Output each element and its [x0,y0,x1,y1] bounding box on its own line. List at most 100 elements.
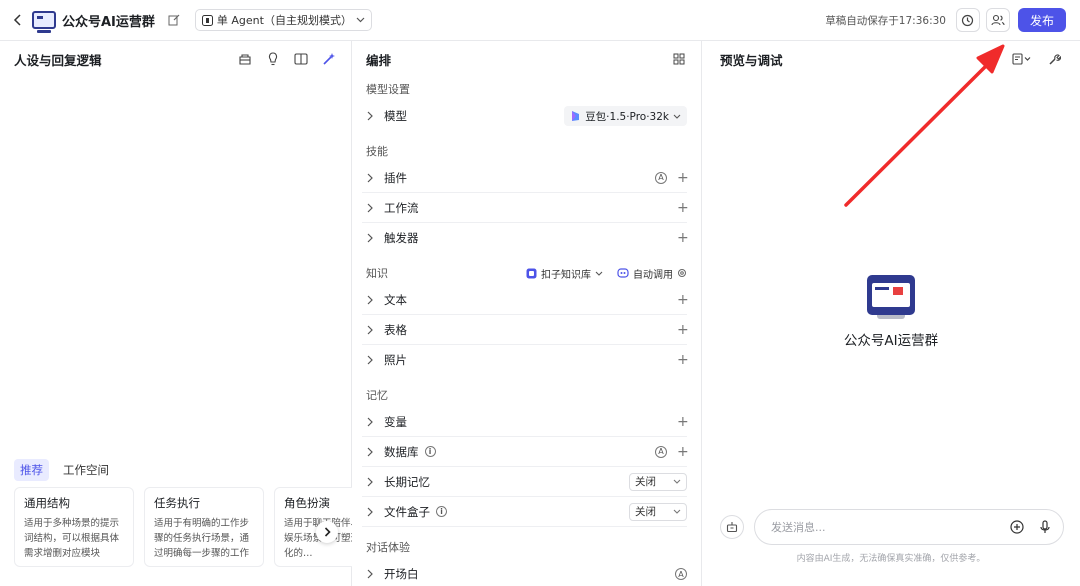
skill-label: 插件 [384,170,407,185]
app-logo-icon [32,11,56,33]
chevron-down-icon [673,509,681,514]
info-icon[interactable]: i [424,446,436,457]
arrangement-panel-title: 编排 [366,52,392,68]
add-workflow-icon[interactable]: + [677,200,689,216]
memory-row-database[interactable]: 数据库 i A + [362,437,689,467]
history-button[interactable] [955,8,980,32]
preview-panel-title: 预览与调试 [720,52,783,68]
bot-avatar-icon [867,275,915,319]
template-tabs: 推荐 工作空间 [14,459,115,481]
chevron-right-icon [362,322,378,338]
chevron-right-icon [362,444,378,460]
auto-icon[interactable]: A [675,568,687,580]
memory-row-long-term[interactable]: 长期记忆 关闭 [362,467,687,497]
chevron-down-icon [356,17,365,23]
agent-icon [201,14,213,26]
chevron-down-icon [673,114,681,119]
message-input-box[interactable] [754,509,1064,545]
model-section-label: 模型设置 [366,83,410,96]
add-plugin-icon[interactable]: + [677,170,689,186]
skill-row-workflow[interactable]: 工作流 + [362,193,689,223]
add-database-icon[interactable]: + [677,444,689,460]
chevron-right-icon [362,504,378,520]
users-icon [991,14,1005,26]
broom-icon [726,522,738,533]
long-memory-select[interactable]: 关闭 [629,472,687,491]
auto-call-toggle[interactable]: 自动调用 [617,266,687,281]
clear-context-button[interactable] [720,515,744,539]
memory-label: 变量 [384,414,407,429]
templates-next-button[interactable] [316,521,338,543]
agent-mode-label: 单 Agent（自主规划模式） [216,14,352,27]
edit-icon[interactable] [167,13,181,27]
template-card-title: 任务执行 [154,496,200,510]
template-card[interactable]: 通用结构 适用于多种场景的提示词结构，可以根据具体需求增删对应模块 [14,487,134,567]
tab-recommended[interactable]: 推荐 [14,459,49,481]
memory-row-variables[interactable]: 变量 + [362,407,689,437]
add-table-icon[interactable]: + [677,322,689,338]
model-select[interactable]: 豆包·1.5·Pro·32k [564,106,687,126]
chevron-right-icon [362,474,378,490]
dialog-row-opening[interactable]: 开场白 A [362,559,687,586]
add-attachment-icon[interactable] [1009,519,1025,535]
chevron-right-icon [362,292,378,308]
info-icon[interactable]: i [436,506,447,517]
kb-source-label: 扣子知识库 [541,269,591,281]
publish-button[interactable]: 发布 [1017,8,1066,32]
knowledge-label: 文本 [384,292,407,307]
kb-source-select[interactable]: 扣子知识库 [526,266,603,281]
agent-mode-select[interactable]: 单 Agent（自主规划模式） [194,9,372,31]
skill-row-plugins[interactable]: 插件 A + [362,163,689,193]
back-icon[interactable] [10,12,26,28]
knowledge-label: 表格 [384,322,407,337]
memory-label: 数据库 [384,444,419,459]
memory-label: 文件盒子 [384,504,430,519]
memory-section-label: 记忆 [366,389,388,402]
chevron-right-icon [362,352,378,368]
chevron-right-icon [362,200,378,216]
ai-disclaimer: 内容由AI生成，无法确保真实准确，仅供参考。 [796,554,986,564]
knowledge-row-text[interactable]: 文本 + [362,285,689,315]
tab-workspace[interactable]: 工作空间 [57,459,115,481]
template-card-desc: 适用于多种场景的提示词结构，可以根据具体需求增删对应模块 [24,518,120,559]
add-photo-icon[interactable]: + [677,352,689,368]
preview-options-button[interactable] [1010,51,1034,67]
ai-optimize-icon[interactable] [321,51,337,67]
message-input[interactable] [771,520,997,534]
template-cards: 通用结构 适用于多种场景的提示词结构，可以根据具体需求增删对应模块 任务执行 适… [14,487,352,567]
dialog-section-label: 对话体验 [366,541,410,554]
skill-label: 工作流 [384,200,419,215]
knowledge-row-photo[interactable]: 照片 + [362,345,689,375]
auto-icon[interactable]: A [655,445,667,458]
auto-icon[interactable]: A [655,171,667,184]
model-value: 豆包·1.5·Pro·32k [585,110,669,123]
model-row[interactable]: 模型 豆包·1.5·Pro·32k [362,101,687,131]
doubao-icon [572,111,580,121]
bot-profile: 公众号AI运营群 [702,275,1080,349]
layout-grid-icon[interactable] [671,51,687,67]
template-card[interactable]: 角色扮演 适用于聊天陪伴、互动娱乐场景，可塑造个性化的… [274,487,352,567]
memory-row-file-box[interactable]: 文件盒子 i 关闭 [362,497,687,527]
chevron-down-icon [673,479,681,484]
history-icon [962,14,974,26]
file-box-value: 关闭 [635,506,656,518]
preview-panel: 预览与调试 公众号AI运营群 内容由AI生成，无法确保真实准确，仅供参考。 [702,41,1080,586]
add-variable-icon[interactable]: + [677,414,689,430]
collaborators-button[interactable] [985,8,1010,32]
microphone-icon[interactable] [1037,519,1053,535]
split-view-icon[interactable] [293,51,309,67]
file-box-select[interactable]: 关闭 [629,502,687,521]
knowledge-label: 照片 [384,353,407,367]
template-card[interactable]: 任务执行 适用于有明确的工作步骤的任务执行场景，通过明确每一步骤的工作要求… [144,487,264,567]
debug-tool-icon[interactable] [1046,51,1062,67]
add-trigger-icon[interactable]: + [677,230,689,246]
knowledge-row-table[interactable]: 表格 + [362,315,689,345]
bulb-icon[interactable] [265,51,281,67]
skill-label: 触发器 [384,231,419,245]
persona-panel: 人设与回复逻辑 推荐 工作空间 通用结构 适用于多种场景的提示词结构，可以根据具… [0,41,352,586]
skill-row-trigger[interactable]: 触发器 + [362,223,689,253]
knowledge-section: 知识 扣子知识库 自动调用 [352,261,701,285]
prompt-library-icon[interactable] [237,51,253,67]
add-text-icon[interactable]: + [677,292,689,308]
template-card-desc: 适用于有明确的工作步骤的任务执行场景，通过明确每一步骤的工作要求… [154,518,250,559]
